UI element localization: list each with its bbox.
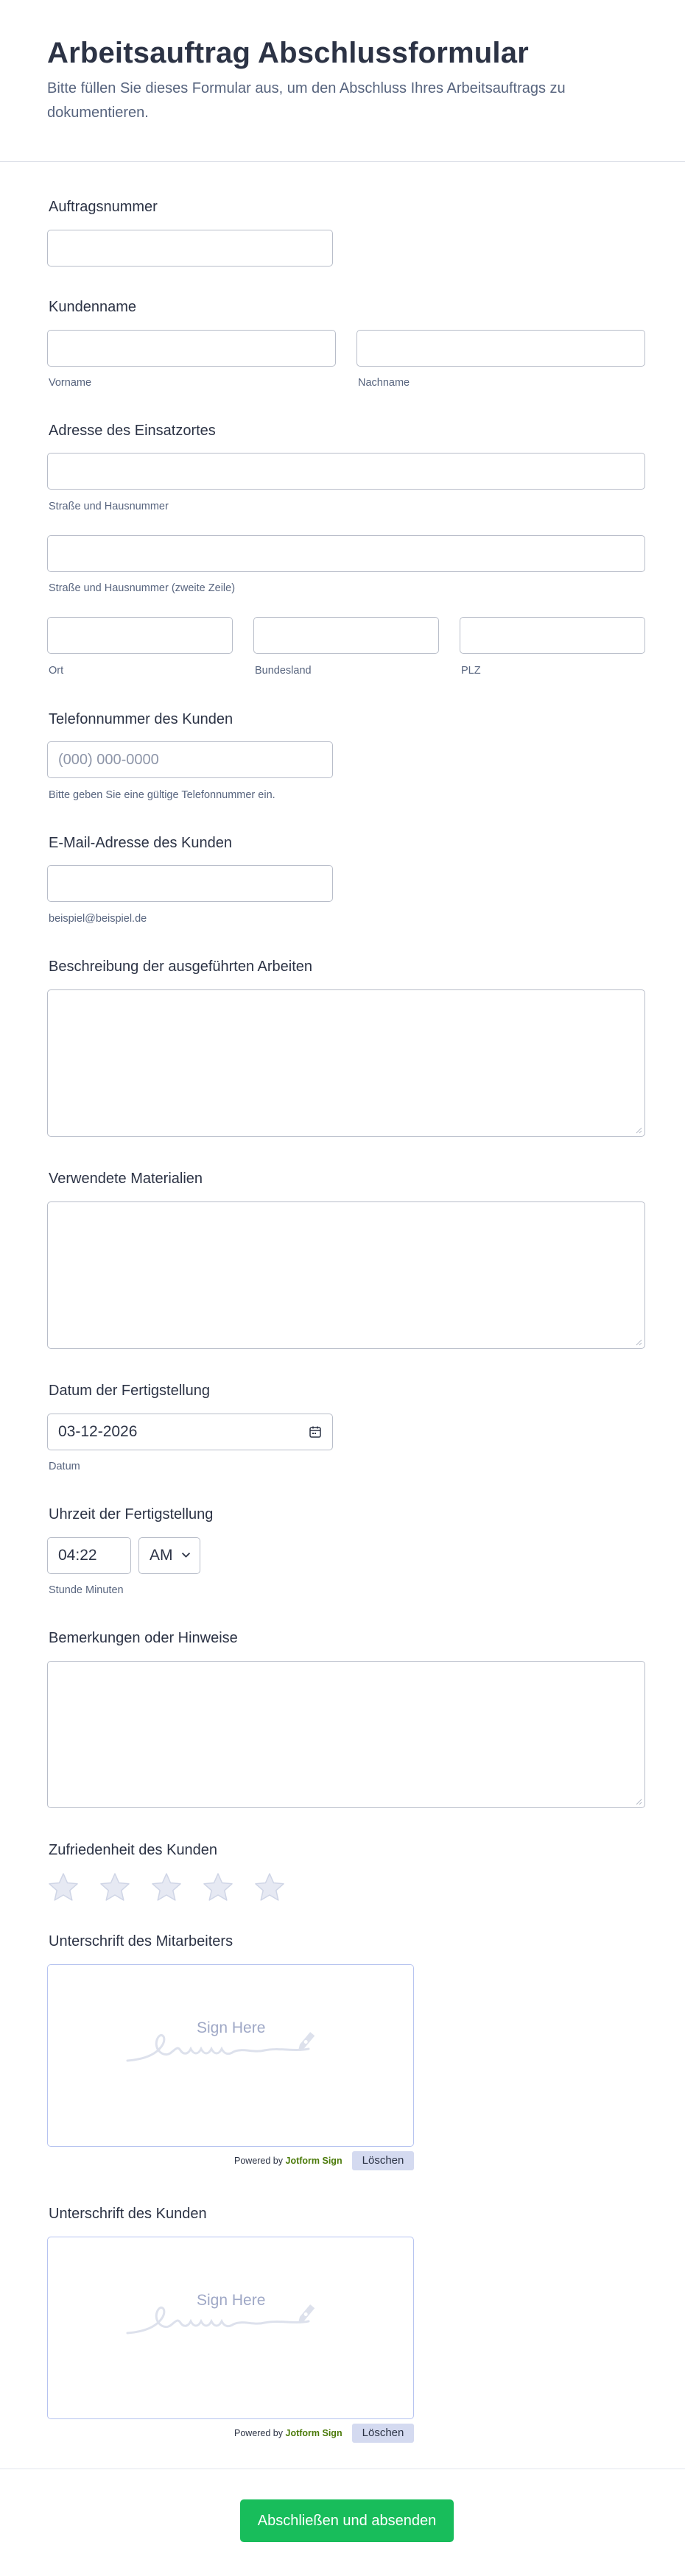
form-description: Bitte füllen Sie dieses Formular aus, um…: [47, 80, 566, 121]
phone-input[interactable]: (000) 000-0000: [47, 741, 333, 778]
materials-textarea[interactable]: [47, 1201, 645, 1349]
street-sublabel: Straße und Hausnummer: [49, 501, 169, 512]
state-sublabel: Bundesland: [255, 665, 312, 677]
last-name-sublabel: Nachname: [358, 377, 410, 389]
first-name-input[interactable]: [47, 330, 336, 367]
completion-date-value: 03-12-2026: [58, 1423, 138, 1440]
order-number-input[interactable]: [47, 230, 333, 267]
remarks-label: Bemerkungen oder Hinweise: [49, 1630, 238, 1646]
email-label: E-Mail-Adresse des Kunden: [49, 835, 233, 851]
remarks-textarea[interactable]: [47, 1661, 645, 1808]
street2-input[interactable]: [47, 535, 645, 572]
street2-sublabel: Straße und Hausnummer (zweite Zeile): [49, 582, 236, 594]
form-title: Arbeitsauftrag Abschlussformular: [47, 37, 529, 69]
email-hint: beispiel@beispiel.de: [49, 913, 147, 925]
completion-date-input[interactable]: 03-12-2026: [47, 1414, 333, 1450]
star-icon[interactable]: [99, 1871, 131, 1904]
form-header: Arbeitsauftrag Abschlussformular Bitte f…: [0, 0, 685, 162]
last-name-input[interactable]: [356, 330, 645, 367]
star-icon[interactable]: [47, 1871, 80, 1904]
signature-scribble-icon: [126, 2032, 315, 2062]
first-name-sublabel: Vorname: [49, 377, 92, 389]
customer-signature-pad[interactable]: Sign Here: [47, 2237, 414, 2419]
completion-date-sublabel: Datum: [49, 1461, 80, 1472]
employee-powered-by: Powered by Jotform Sign: [234, 2156, 342, 2166]
powered-by-prefix: Powered by: [234, 2428, 284, 2438]
resize-handle-icon[interactable]: [636, 1339, 642, 1346]
star-icon[interactable]: [202, 1871, 234, 1904]
ampm-select[interactable]: AM: [138, 1537, 200, 1574]
completion-time-label: Uhrzeit der Fertigstellung: [49, 1506, 214, 1522]
street-input[interactable]: [47, 453, 645, 490]
powered-by-prefix: Powered by: [234, 2156, 284, 2166]
email-input[interactable]: [47, 865, 333, 902]
jotform-sign-brand: Jotform Sign: [285, 2156, 342, 2166]
customer-powered-by: Powered by Jotform Sign: [234, 2428, 342, 2438]
phone-hint: Bitte geben Sie eine gültige Telefonnumm…: [49, 789, 275, 801]
customer-name-label: Kundenname: [49, 299, 136, 315]
chevron-down-icon: [181, 1552, 191, 1558]
jotform-sign-brand: Jotform Sign: [285, 2428, 342, 2438]
state-input[interactable]: [253, 617, 439, 654]
submit-button[interactable]: Abschließen und absenden: [240, 2499, 454, 2542]
city-sublabel: Ort: [49, 665, 64, 677]
employee-signature-label: Unterschrift des Mitarbeiters: [49, 1933, 233, 1949]
completion-date-label: Datum der Fertigstellung: [49, 1383, 210, 1399]
satisfaction-label: Zufriedenheit des Kunden: [49, 1842, 218, 1858]
customer-signature-label: Unterschrift des Kunden: [49, 2206, 207, 2222]
address-label: Adresse des Einsatzortes: [49, 423, 216, 439]
work-description-label: Beschreibung der ausgeführten Arbeiten: [49, 959, 313, 975]
resize-handle-icon[interactable]: [636, 1799, 642, 1805]
city-input[interactable]: [47, 617, 233, 654]
calendar-icon[interactable]: [309, 1425, 322, 1439]
work-description-textarea[interactable]: [47, 989, 645, 1137]
star-icon[interactable]: [253, 1871, 286, 1904]
ampm-value: AM: [150, 1547, 173, 1564]
employee-signature-pad[interactable]: Sign Here: [47, 1964, 414, 2147]
phone-label: Telefonnummer des Kunden: [49, 711, 233, 727]
time-input[interactable]: 04:22: [47, 1537, 131, 1574]
employee-clear-button[interactable]: Löschen: [352, 2151, 414, 2170]
resize-handle-icon[interactable]: [636, 1127, 642, 1134]
order-number-label: Auftragsnummer: [49, 199, 158, 215]
signature-scribble-icon: [126, 2304, 315, 2335]
time-value: 04:22: [58, 1547, 97, 1564]
materials-label: Verwendete Materialien: [49, 1171, 203, 1187]
completion-time-sublabel: Stunde Minuten: [49, 1584, 124, 1596]
phone-placeholder: (000) 000-0000: [58, 752, 159, 768]
customer-clear-button[interactable]: Löschen: [352, 2424, 414, 2443]
zip-input[interactable]: [460, 617, 645, 654]
star-icon[interactable]: [150, 1871, 183, 1904]
zip-sublabel: PLZ: [461, 665, 481, 677]
